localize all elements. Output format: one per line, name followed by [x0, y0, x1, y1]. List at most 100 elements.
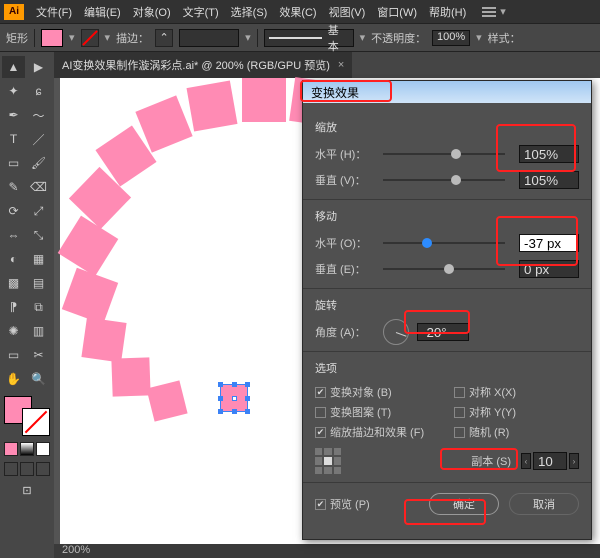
scale-h-value[interactable] — [519, 145, 579, 163]
change-screen-mode[interactable]: ⊡ — [2, 484, 52, 497]
close-tab-icon[interactable]: × — [338, 59, 344, 71]
slice-tool[interactable]: ✂ — [27, 344, 50, 366]
zoom-level[interactable]: 200% — [62, 544, 90, 556]
rotate-tool[interactable]: ⟳ — [2, 200, 25, 222]
menu-help[interactable]: 帮助(H) — [423, 4, 472, 20]
fill-swatch[interactable] — [41, 29, 63, 47]
style-label: 样式： — [488, 30, 521, 46]
stroke-color-dropdown[interactable]: ▾ — [105, 31, 111, 44]
shape-square — [62, 268, 118, 324]
menu-file[interactable]: 文件(F) — [30, 4, 78, 20]
hand-tool[interactable]: ✋ — [2, 368, 25, 390]
scale-v-value[interactable] — [519, 171, 579, 189]
type-tool[interactable]: T — [2, 128, 25, 150]
fill-stroke-control[interactable] — [4, 396, 50, 436]
lasso-tool[interactable]: ɕ — [27, 80, 50, 102]
opacity-label: 不透明度： — [371, 30, 426, 46]
reference-point-grid[interactable] — [315, 448, 341, 474]
shape-square — [146, 380, 187, 421]
chk-scale-strokes[interactable]: 缩放描边和效果 (F) — [315, 424, 440, 440]
selected-shape[interactable] — [220, 384, 248, 412]
stroke-label: 描边： — [116, 30, 149, 46]
zoom-tool[interactable]: 🔍 — [27, 368, 50, 390]
menu-type[interactable]: 文字(T) — [177, 4, 225, 20]
chk-transform-patterns[interactable]: 变换图案 (T) — [315, 404, 440, 420]
gradient-tool[interactable]: ▤ — [27, 272, 50, 294]
chk-preview[interactable]: 预览 (P) — [315, 496, 370, 512]
eraser-tool[interactable]: ⌫ — [27, 176, 50, 198]
copies-field[interactable]: ‹ › — [521, 452, 579, 470]
brush-definition[interactable]: 基本 — [264, 29, 354, 47]
stroke-none-icon[interactable] — [81, 29, 99, 47]
paintbrush-tool[interactable]: 🖌 — [27, 152, 50, 174]
curvature-tool[interactable]: 〜 — [27, 104, 50, 126]
color-mode-gradient[interactable] — [20, 442, 34, 456]
status-bar: 200% — [54, 544, 600, 558]
column-graph-tool[interactable]: ▥ — [27, 320, 50, 342]
move-v-slider[interactable] — [383, 268, 505, 270]
screen-mode-normal[interactable] — [4, 462, 18, 476]
width-tool[interactable]: ⇔ — [2, 224, 25, 246]
opacity-field[interactable]: 100% — [432, 30, 470, 46]
rectangle-tool[interactable]: ▭ — [2, 152, 25, 174]
shape-square — [187, 81, 238, 132]
document-tab[interactable]: AI变换效果制作漩涡彩点.ai* @ 200% (RGB/GPU 预览) × — [54, 52, 352, 78]
eyedropper-tool[interactable]: ⁋ — [2, 296, 25, 318]
copies-step-up[interactable]: › — [569, 453, 579, 469]
color-mode-solid[interactable] — [4, 442, 18, 456]
menu-select[interactable]: 选择(S) — [225, 4, 274, 20]
line-tool[interactable]: ／ — [27, 128, 50, 150]
symbol-sprayer-tool[interactable]: ✺ — [2, 320, 25, 342]
chk-reflect-x[interactable]: 对称 X(X) — [454, 384, 579, 400]
magic-wand-tool[interactable]: ✦ — [2, 80, 25, 102]
menu-edit[interactable]: 编辑(E) — [78, 4, 127, 20]
artboard-tool[interactable]: ▭ — [2, 344, 25, 366]
menu-window[interactable]: 窗口(W) — [371, 4, 423, 20]
color-mode-none[interactable] — [36, 442, 50, 456]
shape-square — [242, 78, 286, 122]
direct-selection-tool[interactable]: ▶ — [27, 56, 50, 78]
screen-mode-full[interactable] — [20, 462, 34, 476]
pen-tool[interactable]: ✒ — [2, 104, 25, 126]
dialog-titlebar[interactable]: 变换效果 — [303, 81, 591, 103]
scale-v-slider[interactable] — [383, 179, 505, 181]
menu-view[interactable]: 视图(V) — [323, 4, 372, 20]
menu-object[interactable]: 对象(O) — [127, 4, 177, 20]
shape-square — [58, 216, 119, 277]
chk-reflect-y[interactable]: 对称 Y(Y) — [454, 404, 579, 420]
rotate-angle-value[interactable] — [417, 323, 469, 341]
move-v-value[interactable] — [519, 260, 579, 278]
stroke-box[interactable] — [22, 408, 50, 436]
cancel-button[interactable]: 取消 — [509, 493, 579, 515]
app-logo: Ai — [4, 4, 24, 20]
angle-dial[interactable] — [383, 319, 409, 345]
screen-mode-presentation[interactable] — [36, 462, 50, 476]
copies-step-down[interactable]: ‹ — [521, 453, 531, 469]
ok-button[interactable]: 确定 — [429, 493, 499, 515]
chk-random[interactable]: 随机 (R) — [454, 424, 579, 440]
options-section-title: 选项 — [315, 360, 579, 376]
perspective-tool[interactable]: ▦ — [27, 248, 50, 270]
dialog-title: 变换效果 — [311, 84, 359, 101]
selection-tool[interactable]: ▲ — [2, 56, 25, 78]
screen-mode-row — [2, 462, 52, 476]
menu-effect[interactable]: 效果(C) — [273, 4, 322, 20]
chk-transform-objects[interactable]: 变换对象 (B) — [315, 384, 440, 400]
document-tab-label: AI变换效果制作漩涡彩点.ai* @ 200% (RGB/GPU 预览) — [62, 57, 330, 73]
stroke-weight-stepper[interactable]: ⌃ — [155, 29, 173, 47]
workspace-switcher[interactable]: ▾ — [482, 5, 506, 18]
blend-tool[interactable]: ⧉ — [27, 296, 50, 318]
color-mode-row — [2, 442, 52, 456]
free-transform-tool[interactable]: ⤡ — [27, 224, 50, 246]
move-section-title: 移动 — [315, 208, 579, 224]
move-h-value[interactable] — [519, 234, 579, 252]
mesh-tool[interactable]: ▩ — [2, 272, 25, 294]
scale-tool[interactable]: ⤢ — [27, 200, 50, 222]
scale-h-slider[interactable] — [383, 153, 505, 155]
scale-v-label: 垂直 (V)： — [315, 172, 375, 188]
shape-builder-tool[interactable]: ◐ — [2, 248, 25, 270]
fill-dropdown[interactable]: ▾ — [69, 31, 75, 44]
shaper-tool[interactable]: ✎ — [2, 176, 25, 198]
move-h-slider[interactable] — [383, 242, 505, 244]
stroke-weight-field[interactable] — [179, 29, 239, 47]
